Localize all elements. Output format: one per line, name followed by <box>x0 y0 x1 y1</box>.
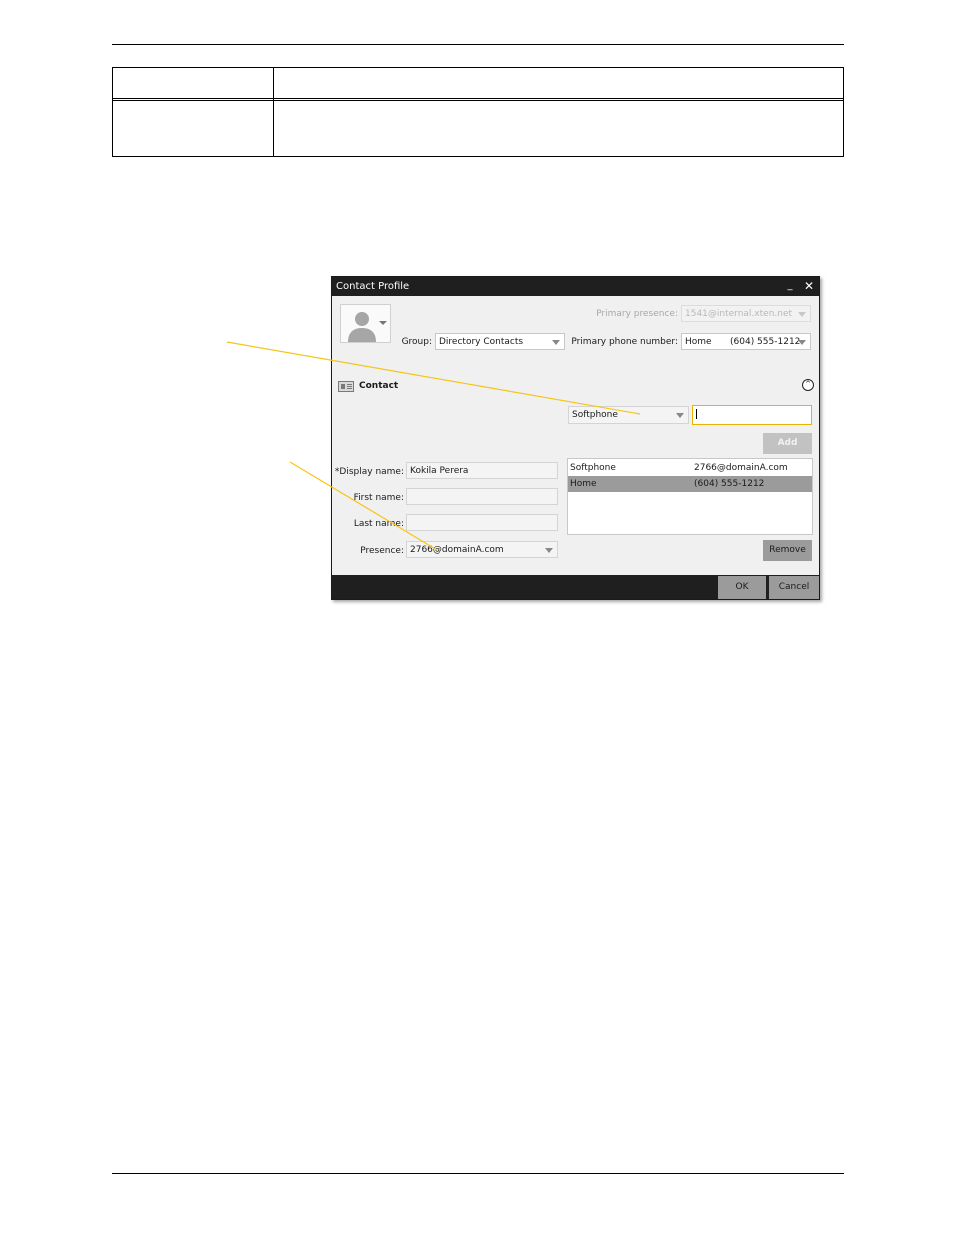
primary-phone-type: Home <box>685 337 712 347</box>
presence-value: 2766@domainA.com <box>410 545 504 555</box>
table-header-divider <box>113 98 843 101</box>
add-button[interactable]: Add <box>763 433 812 454</box>
primary-presence-dropdown: 1541@internal.xten.net <box>681 305 811 322</box>
presence-label: Presence: <box>360 546 404 556</box>
footer-rule <box>112 1173 844 1174</box>
last-name-label: Last name: <box>353 519 404 529</box>
callout-lines <box>226 341 641 551</box>
display-name-field[interactable]: Kokila Perera <box>406 462 558 479</box>
list-item-type: Home <box>570 479 597 489</box>
contact-type-value: Softphone <box>572 410 618 420</box>
list-item[interactable]: Softphone 2766@domainA.com <box>568 460 812 476</box>
group-label: Group: <box>401 337 432 347</box>
remove-button[interactable]: Remove <box>763 540 812 561</box>
section-title: Contact <box>359 381 399 391</box>
document-table <box>112 67 844 157</box>
primary-phone-dropdown[interactable]: Home (604) 555-1212 <box>681 333 811 350</box>
primary-phone-label: Primary phone number: <box>571 337 678 347</box>
ok-button[interactable]: OK <box>718 576 766 599</box>
list-item-value: (604) 555-1212 <box>694 479 765 489</box>
chevron-down-icon <box>379 321 387 325</box>
primary-phone-value: (604) 555-1212 <box>730 337 801 347</box>
text-caret <box>696 409 697 419</box>
primary-presence-value: 1541@internal.xten.net <box>685 309 793 319</box>
contact-profile-dialog: Contact Profile _ ✕ Group: Directory Con… <box>331 276 820 600</box>
primary-presence-label: Primary presence: <box>596 309 678 319</box>
presence-dropdown[interactable]: 2766@domainA.com <box>406 541 558 558</box>
first-name-label: First name: <box>353 493 404 503</box>
table-column-divider <box>273 68 274 156</box>
last-name-field[interactable] <box>406 514 558 531</box>
contact-type-dropdown[interactable]: Softphone <box>568 406 689 424</box>
group-dropdown[interactable]: Directory Contacts <box>435 333 565 350</box>
minimize-button[interactable]: _ <box>783 278 797 294</box>
list-item-value: 2766@domainA.com <box>694 463 788 473</box>
cancel-button[interactable]: Cancel <box>769 576 819 599</box>
display-name-value: Kokila Perera <box>410 466 469 476</box>
close-icon[interactable]: ✕ <box>802 278 816 294</box>
chevron-down-icon <box>798 340 806 345</box>
chevron-down-icon <box>552 340 560 345</box>
chevron-down-icon <box>798 312 806 317</box>
display-name-label: *Display name: <box>334 467 404 477</box>
dialog-title: Contact Profile <box>336 281 410 292</box>
chevron-down-icon <box>545 548 553 553</box>
title-bar: Contact Profile _ ✕ <box>332 277 819 296</box>
contact-card-icon <box>338 381 354 392</box>
header-rule <box>112 44 844 45</box>
button-bar: OK Cancel <box>332 575 819 599</box>
list-item-type: Softphone <box>570 463 616 473</box>
first-name-field[interactable] <box>406 488 558 505</box>
group-value: Directory Contacts <box>439 337 524 347</box>
chevron-down-icon <box>676 413 684 418</box>
contact-value-input[interactable] <box>692 405 812 425</box>
contact-methods-list[interactable]: Softphone 2766@domainA.com Home (604) 55… <box>567 458 813 535</box>
list-item-selected[interactable]: Home (604) 555-1212 <box>568 476 812 492</box>
collapse-icon[interactable]: ^ <box>802 379 814 391</box>
